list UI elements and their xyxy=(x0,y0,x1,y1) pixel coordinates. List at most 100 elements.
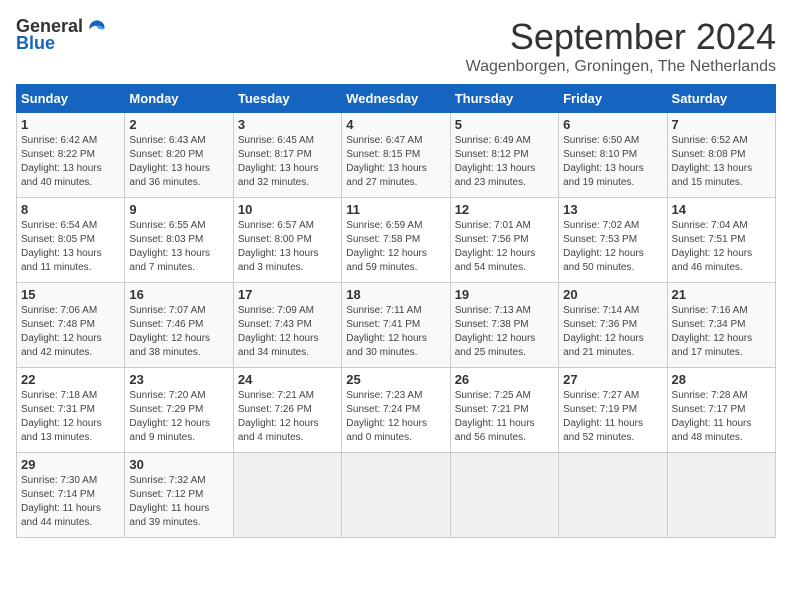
day-info: Sunrise: 7:09 AM Sunset: 7:43 PM Dayligh… xyxy=(238,304,337,360)
day-info: Sunrise: 7:04 AM Sunset: 7:51 PM Dayligh… xyxy=(672,219,771,275)
day-info: Sunrise: 7:16 AM Sunset: 7:34 PM Dayligh… xyxy=(672,304,771,360)
day-info: Sunrise: 7:27 AM Sunset: 7:19 PM Dayligh… xyxy=(563,389,662,445)
day-number: 5 xyxy=(455,117,554,132)
calendar-cell: 9 Sunrise: 6:55 AM Sunset: 8:03 PM Daylig… xyxy=(125,198,233,283)
calendar-cell: 25 Sunrise: 7:23 AM Sunset: 7:24 PM Dayli… xyxy=(342,368,450,453)
calendar-week-row: 15 Sunrise: 7:06 AM Sunset: 7:48 PM Dayli… xyxy=(17,283,776,368)
calendar-cell: 10Sunrise: 6:57 AM Sunset: 8:00 PM Dayli… xyxy=(233,198,341,283)
day-number: 18 xyxy=(346,287,445,302)
calendar-header-saturday: Saturday xyxy=(667,85,775,113)
calendar-week-row: 22 Sunrise: 7:18 AM Sunset: 7:31 PM Dayli… xyxy=(17,368,776,453)
calendar-cell: 1 Sunrise: 6:42 AM Sunset: 8:22 PM Daylig… xyxy=(17,113,125,198)
day-info: Sunrise: 7:13 AM Sunset: 7:38 PM Dayligh… xyxy=(455,304,554,360)
calendar-cell: 13Sunrise: 7:02 AM Sunset: 7:53 PM Dayli… xyxy=(559,198,667,283)
calendar-cell: 21 Sunrise: 7:16 AM Sunset: 7:34 PM Dayli… xyxy=(667,283,775,368)
day-info: Sunrise: 7:01 AM Sunset: 7:56 PM Dayligh… xyxy=(455,219,554,275)
day-info: Sunrise: 7:20 AM Sunset: 7:29 PM Dayligh… xyxy=(129,389,228,445)
calendar-header-sunday: Sunday xyxy=(17,85,125,113)
day-number: 6 xyxy=(563,117,662,132)
day-info: Sunrise: 7:30 AM Sunset: 7:14 PM Dayligh… xyxy=(21,474,120,530)
day-info: Sunrise: 7:06 AM Sunset: 7:48 PM Dayligh… xyxy=(21,304,120,360)
day-number: 23 xyxy=(129,372,228,387)
logo: General Blue xyxy=(16,16,107,54)
day-info: Sunrise: 6:57 AM Sunset: 8:00 PM Dayligh… xyxy=(238,219,337,275)
day-number: 9 xyxy=(129,202,228,217)
calendar-cell: 12 Sunrise: 7:01 AM Sunset: 7:56 PM Dayli… xyxy=(450,198,558,283)
calendar-cell: 26 Sunrise: 7:25 AM Sunset: 7:21 PM Dayli… xyxy=(450,368,558,453)
day-number: 15 xyxy=(21,287,120,302)
calendar-cell: 28 Sunrise: 7:28 AM Sunset: 7:17 PM Dayli… xyxy=(667,368,775,453)
day-info: Sunrise: 7:11 AM Sunset: 7:41 PM Dayligh… xyxy=(346,304,445,360)
day-number: 7 xyxy=(672,117,771,132)
calendar-cell: 20Sunrise: 7:14 AM Sunset: 7:36 PM Dayli… xyxy=(559,283,667,368)
calendar-header-row: SundayMondayTuesdayWednesdayThursdayFrid… xyxy=(17,85,776,113)
day-number: 21 xyxy=(672,287,771,302)
day-number: 26 xyxy=(455,372,554,387)
day-number: 16 xyxy=(129,287,228,302)
calendar-header-wednesday: Wednesday xyxy=(342,85,450,113)
calendar-cell: 8 Sunrise: 6:54 AM Sunset: 8:05 PM Daylig… xyxy=(17,198,125,283)
day-number: 22 xyxy=(21,372,120,387)
calendar-cell: 16Sunrise: 7:07 AM Sunset: 7:46 PM Dayli… xyxy=(125,283,233,368)
calendar-cell: 14 Sunrise: 7:04 AM Sunset: 7:51 PM Dayli… xyxy=(667,198,775,283)
day-number: 28 xyxy=(672,372,771,387)
calendar-header-thursday: Thursday xyxy=(450,85,558,113)
day-info: Sunrise: 6:50 AM Sunset: 8:10 PM Dayligh… xyxy=(563,134,662,190)
day-number: 14 xyxy=(672,202,771,217)
calendar-cell xyxy=(342,453,450,538)
day-info: Sunrise: 7:23 AM Sunset: 7:24 PM Dayligh… xyxy=(346,389,445,445)
day-number: 30 xyxy=(129,457,228,472)
day-number: 4 xyxy=(346,117,445,132)
calendar-cell xyxy=(667,453,775,538)
day-info: Sunrise: 6:52 AM Sunset: 8:08 PM Dayligh… xyxy=(672,134,771,190)
day-info: Sunrise: 6:42 AM Sunset: 8:22 PM Dayligh… xyxy=(21,134,120,190)
logo-bird-icon xyxy=(87,17,107,37)
calendar-cell: 17Sunrise: 7:09 AM Sunset: 7:43 PM Dayli… xyxy=(233,283,341,368)
calendar-cell: 15 Sunrise: 7:06 AM Sunset: 7:48 PM Dayli… xyxy=(17,283,125,368)
day-info: Sunrise: 6:55 AM Sunset: 8:03 PM Dayligh… xyxy=(129,219,228,275)
title-section: September 2024 Wagenborgen, Groningen, T… xyxy=(466,16,776,76)
day-number: 12 xyxy=(455,202,554,217)
calendar-cell xyxy=(559,453,667,538)
day-info: Sunrise: 6:54 AM Sunset: 8:05 PM Dayligh… xyxy=(21,219,120,275)
calendar-cell: 7 Sunrise: 6:52 AM Sunset: 8:08 PM Daylig… xyxy=(667,113,775,198)
calendar-cell: 3 Sunrise: 6:45 AM Sunset: 8:17 PM Daylig… xyxy=(233,113,341,198)
calendar-cell: 29 Sunrise: 7:30 AM Sunset: 7:14 PM Dayli… xyxy=(17,453,125,538)
calendar-week-row: 29 Sunrise: 7:30 AM Sunset: 7:14 PM Dayli… xyxy=(17,453,776,538)
day-info: Sunrise: 6:59 AM Sunset: 7:58 PM Dayligh… xyxy=(346,219,445,275)
calendar-cell: 30Sunrise: 7:32 AM Sunset: 7:12 PM Dayli… xyxy=(125,453,233,538)
logo-blue-text: Blue xyxy=(16,33,55,54)
day-info: Sunrise: 6:47 AM Sunset: 8:15 PM Dayligh… xyxy=(346,134,445,190)
day-number: 8 xyxy=(21,202,120,217)
calendar-cell: 23 Sunrise: 7:20 AM Sunset: 7:29 PM Dayli… xyxy=(125,368,233,453)
day-info: Sunrise: 7:28 AM Sunset: 7:17 PM Dayligh… xyxy=(672,389,771,445)
calendar-cell: 5 Sunrise: 6:49 AM Sunset: 8:12 PM Daylig… xyxy=(450,113,558,198)
calendar-cell: 22 Sunrise: 7:18 AM Sunset: 7:31 PM Dayli… xyxy=(17,368,125,453)
day-number: 11 xyxy=(346,202,445,217)
calendar-cell: 18 Sunrise: 7:11 AM Sunset: 7:41 PM Dayli… xyxy=(342,283,450,368)
location-subtitle: Wagenborgen, Groningen, The Netherlands xyxy=(466,58,776,76)
calendar-cell xyxy=(450,453,558,538)
calendar-cell: 6 Sunrise: 6:50 AM Sunset: 8:10 PM Daylig… xyxy=(559,113,667,198)
day-info: Sunrise: 7:21 AM Sunset: 7:26 PM Dayligh… xyxy=(238,389,337,445)
calendar-week-row: 8 Sunrise: 6:54 AM Sunset: 8:05 PM Daylig… xyxy=(17,198,776,283)
calendar-header-tuesday: Tuesday xyxy=(233,85,341,113)
day-number: 19 xyxy=(455,287,554,302)
day-number: 1 xyxy=(21,117,120,132)
month-title: September 2024 xyxy=(466,16,776,58)
calendar-cell: 11 Sunrise: 6:59 AM Sunset: 7:58 PM Dayli… xyxy=(342,198,450,283)
calendar-cell: 2Sunrise: 6:43 AM Sunset: 8:20 PM Daylig… xyxy=(125,113,233,198)
day-info: Sunrise: 6:49 AM Sunset: 8:12 PM Dayligh… xyxy=(455,134,554,190)
day-info: Sunrise: 7:25 AM Sunset: 7:21 PM Dayligh… xyxy=(455,389,554,445)
day-info: Sunrise: 6:43 AM Sunset: 8:20 PM Dayligh… xyxy=(129,134,228,190)
day-number: 20 xyxy=(563,287,662,302)
day-number: 27 xyxy=(563,372,662,387)
calendar-header-friday: Friday xyxy=(559,85,667,113)
day-number: 3 xyxy=(238,117,337,132)
day-info: Sunrise: 7:18 AM Sunset: 7:31 PM Dayligh… xyxy=(21,389,120,445)
day-info: Sunrise: 6:45 AM Sunset: 8:17 PM Dayligh… xyxy=(238,134,337,190)
day-number: 25 xyxy=(346,372,445,387)
calendar-week-row: 1 Sunrise: 6:42 AM Sunset: 8:22 PM Daylig… xyxy=(17,113,776,198)
day-number: 29 xyxy=(21,457,120,472)
page-header: General Blue September 2024 Wagenborgen,… xyxy=(16,16,776,76)
